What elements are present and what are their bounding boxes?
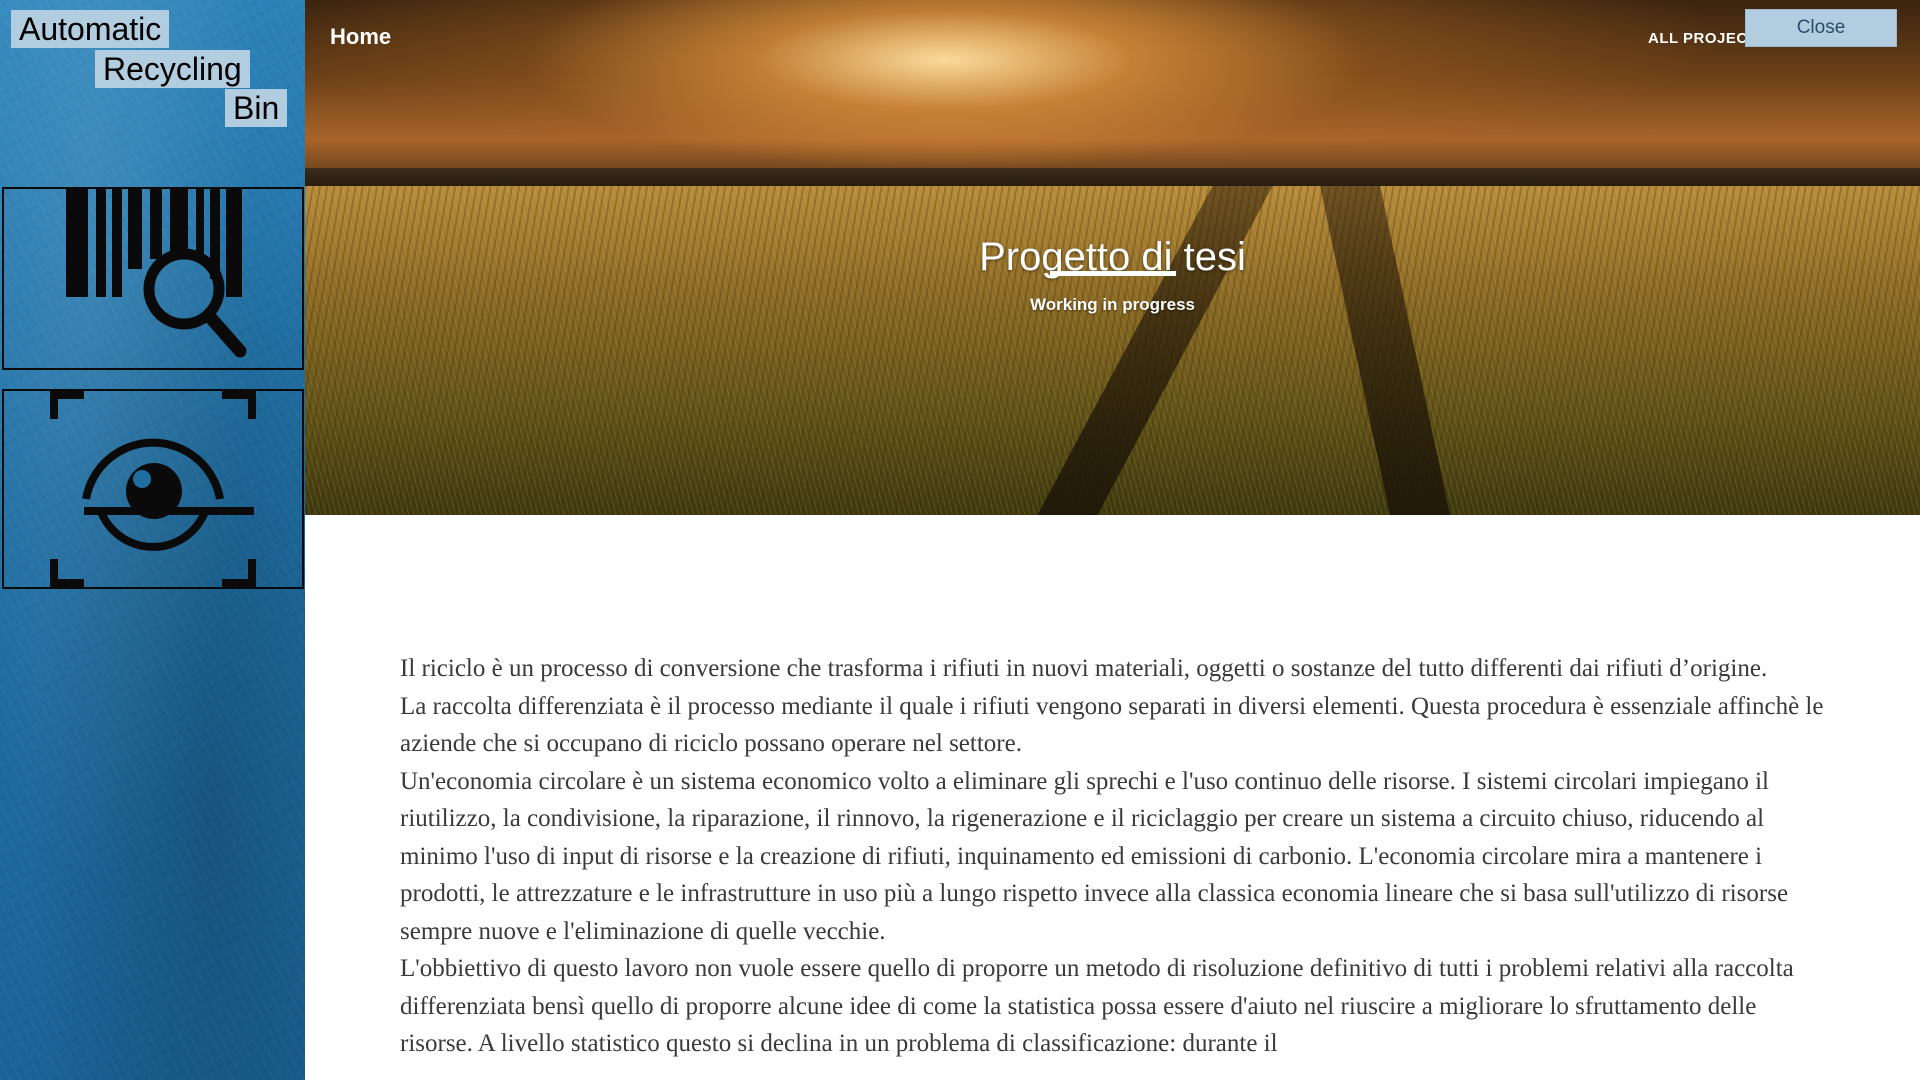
paragraph-4: L'obbiettivo di questo lavoro non vuole …	[400, 955, 1794, 1057]
paragraph-3: Un'economia circolare è un sistema econo…	[400, 767, 1789, 945]
sidebar: Automatic Recycling Bin	[0, 0, 305, 1080]
barcode-scan-button[interactable]	[2, 187, 304, 370]
barcode-search-icon	[66, 189, 247, 358]
article-body: Il riciclo è un processo di conversione …	[400, 650, 1830, 1063]
app-title-word-1: Automatic	[11, 10, 170, 48]
nav-home-link[interactable]: Home	[330, 24, 391, 50]
hero-sky	[305, 0, 1920, 185]
app-title-word-2: Recycling	[95, 50, 250, 88]
page-subtitle: Working in progress	[1030, 295, 1195, 314]
camera-scan-button[interactable]	[2, 389, 304, 589]
camera-eye-scan-icon	[50, 391, 256, 587]
close-button[interactable]: Close	[1745, 9, 1897, 47]
app-title-word-3: Bin	[225, 89, 288, 127]
paragraph-1: Il riciclo è un processo di conversione …	[400, 655, 1768, 682]
nav-all-projects-link[interactable]: ALL PROJEC	[1648, 30, 1748, 47]
title-divider	[1050, 271, 1176, 276]
paragraph-2: La raccolta differenziata è il processo …	[400, 692, 1824, 758]
hero-banner: Home ALL PROJEC Close Progetto di tesi W…	[305, 0, 1920, 515]
